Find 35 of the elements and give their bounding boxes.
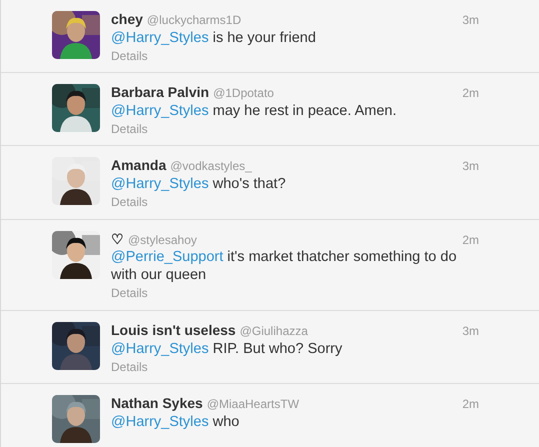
tweet-text: @Harry_Styles who — [111, 412, 240, 431]
mention-link[interactable]: @Harry_Styles — [111, 102, 209, 119]
timestamp: 3m — [462, 14, 479, 28]
mention-link[interactable]: @Harry_Styles — [111, 414, 209, 430]
timestamp: 2m — [462, 87, 479, 101]
user-handle[interactable]: @Giulihazza — [240, 324, 308, 339]
user-name[interactable]: chey — [111, 11, 143, 28]
tweet-text: @Perrie_Support it's market thatcher something to do with our queen — [111, 248, 458, 284]
timestamp: 3m — [462, 324, 479, 339]
details-link[interactable]: Details — [111, 48, 148, 64]
details-link[interactable]: Details — [111, 360, 148, 375]
details-link[interactable]: Details — [111, 195, 148, 210]
user-name[interactable]: Louis isn't useless — [111, 322, 236, 338]
tweet-text: @Harry_Styles who's that? — [111, 175, 287, 194]
user-name[interactable]: Amanda — [111, 157, 166, 174]
details-link[interactable]: Details — [111, 286, 148, 302]
user-handle[interactable]: @stylesahoy — [128, 234, 197, 248]
mention-link[interactable]: @Harry_Styles — [111, 340, 209, 357]
tweet-text: @Harry_Styles RIP. But who? Sorry — [111, 340, 344, 358]
user-name[interactable]: ♡ — [111, 230, 124, 247]
user-handle[interactable]: @vodkastyles_ — [170, 160, 252, 174]
timestamp: 3m — [462, 160, 479, 174]
mention-link[interactable]: @Harry_Styles — [111, 30, 209, 46]
timestamp: 2m — [462, 234, 479, 248]
mention-link[interactable]: @Harry_Styles — [111, 176, 209, 192]
tweet-text: @Harry_Styles is he your friend — [111, 28, 317, 47]
mention-link[interactable]: @Perrie_Support — [111, 249, 224, 266]
tweet-text: @Harry_Styles may he rest in peace. Amen. — [111, 102, 398, 120]
user-handle[interactable]: @1Dpotato — [213, 87, 274, 101]
details-link[interactable]: Details — [111, 122, 148, 137]
user-name[interactable]: Barbara Palvin — [111, 84, 210, 100]
timestamp: 2m — [462, 398, 479, 412]
user-handle[interactable]: @MiaaHeartsTW — [206, 398, 300, 412]
user-name[interactable]: Nathan Sykes — [111, 394, 203, 412]
user-handle[interactable]: @luckycharms1D — [146, 14, 242, 28]
